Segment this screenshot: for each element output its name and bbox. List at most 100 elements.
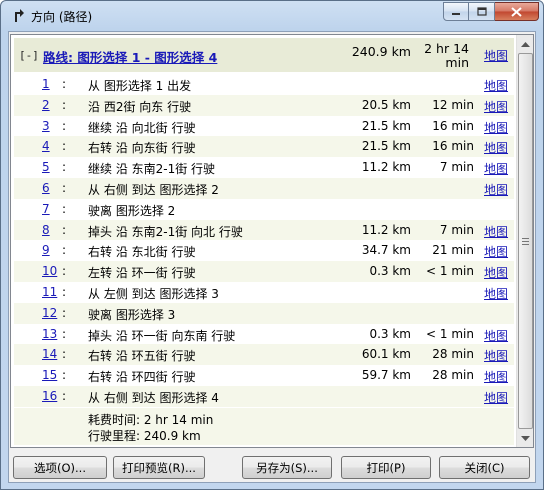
turn-arrow-icon — [15, 9, 24, 22]
options-button[interactable]: 选项(O)... — [13, 456, 107, 479]
step-number-colon: : — [62, 368, 67, 383]
thumb-grip — [522, 244, 529, 245]
scroll-down-button[interactable] — [517, 430, 533, 447]
step-map-link[interactable]: 地图 — [484, 160, 508, 177]
minimize-icon — [452, 12, 460, 15]
step-distance: 59.7 km — [361, 368, 411, 383]
step-map-link[interactable]: 地图 — [484, 264, 508, 281]
step-instruction: 从 右侧 到达 图形选择 2 — [88, 182, 219, 197]
step-number-link[interactable]: 14 — [42, 347, 57, 361]
scroll-down-arrow-icon — [521, 435, 530, 441]
directions-window: 方向 (路径) [-] 路线: 图形选择 1 - 图形选择 4 240.9 km… — [0, 0, 544, 490]
step-map-link[interactable]: 地图 — [484, 98, 508, 115]
thumb-grip — [522, 238, 529, 239]
step-map-link[interactable]: 地图 — [484, 119, 508, 136]
scroll-thumb[interactable] — [518, 53, 533, 429]
step-number-colon: : — [62, 97, 67, 112]
step-row: 8 掉头 沿 东南2-1街 向北 行驶 11.2 km 7 min 地图: — [14, 219, 514, 241]
step-number-link[interactable]: 7 — [42, 202, 50, 216]
step-number-link[interactable]: 12 — [42, 306, 57, 320]
step-distance: 20.5 km — [361, 97, 411, 112]
step-number-colon: : — [62, 180, 67, 195]
print-preview-button[interactable]: 打印预览(R)... — [113, 456, 205, 479]
step-number-link[interactable]: 13 — [42, 327, 57, 341]
step-number-link[interactable]: 1 — [42, 77, 50, 91]
step-number-link[interactable]: 4 — [42, 139, 50, 153]
minimize-button[interactable] — [443, 2, 469, 21]
step-number-link[interactable]: 2 — [42, 98, 50, 112]
step-instruction: 右转 沿 环四街 行驶 — [88, 370, 196, 385]
step-map-link[interactable]: 地图 — [484, 77, 508, 94]
step-map-link[interactable]: 地图 — [484, 285, 508, 302]
step-number-link[interactable]: 10 — [42, 264, 57, 278]
step-map-link[interactable]: 地图 — [484, 243, 508, 260]
step-row: 13 掉头 沿 环一街 向东南 行驶 0.3 km < 1 min 地图: — [14, 324, 514, 345]
route-header: [-] 路线: 图形选择 1 - 图形选择 4 240.9 km 2 hr 14… — [14, 38, 514, 72]
step-map-link[interactable]: 地图 — [484, 139, 508, 156]
step-instruction: 驶离 图形选择 3 — [88, 307, 176, 322]
step-number-link[interactable]: 15 — [42, 368, 57, 382]
directions-content: [-] 路线: 图形选择 1 - 图形选择 4 240.9 km 2 hr 14… — [11, 35, 517, 447]
step-number-colon: : — [62, 139, 67, 154]
step-map-link[interactable]: 地图 — [484, 223, 508, 240]
step-time: 16 min — [432, 118, 474, 133]
route-time-line2: min — [445, 55, 469, 70]
step-number-colon: : — [62, 284, 67, 299]
step-number-link[interactable]: 9 — [42, 243, 50, 257]
collapse-toggle[interactable]: [-] — [19, 49, 39, 62]
steps-list: 1从 图形选择 1 出发 地图:2 沿 西2街 向东 行驶 20.5 km 12 min… — [14, 74, 514, 407]
step-map-link[interactable]: 地图 — [484, 368, 508, 385]
step-distance: 11.2 km — [361, 160, 411, 175]
step-map-link[interactable]: 地图 — [484, 389, 508, 406]
route-title-link[interactable]: 路线: 图形选择 1 - 图形选择 4 — [43, 47, 217, 66]
step-map-link[interactable]: 地图 — [484, 347, 508, 364]
step-instruction: 驶离 图形选择 2 — [88, 203, 176, 218]
step-row: 9 右转 沿 东北街 行驶 34.7 km 21 min 地图: — [14, 240, 514, 261]
step-instruction: 掉头 沿 东南2-1街 向北 行驶 — [88, 224, 243, 239]
print-button[interactable]: 打印(P) — [341, 456, 431, 479]
maximize-button[interactable] — [469, 2, 495, 21]
step-row: 15 右转 沿 环四街 行驶 59.7 km 28 min 地图: — [14, 365, 514, 386]
dialog-client-area: [-] 路线: 图形选择 1 - 图形选择 4 240.9 km 2 hr 14… — [8, 31, 536, 483]
vertical-scrollbar[interactable] — [516, 35, 533, 447]
step-row: 7 驶离 图形选择 2: — [14, 199, 514, 220]
step-number-colon: : — [62, 326, 67, 341]
step-number-link[interactable]: 16 — [42, 389, 57, 403]
route-map-link[interactable]: 地图 — [484, 47, 508, 64]
scroll-up-button[interactable] — [517, 35, 533, 52]
step-row: 5 继续 沿 东南2-1街 行驶 11.2 km 7 min 地图: — [14, 157, 514, 178]
step-row: 6 从 右侧 到达 图形选择 2 地图: — [14, 177, 514, 199]
step-number-colon: : — [62, 201, 67, 216]
route-total-distance: 240.9 km — [351, 44, 411, 59]
step-number-link[interactable]: 11 — [42, 285, 57, 299]
step-instruction: 继续 沿 东南2-1街 行驶 — [88, 162, 216, 177]
step-instruction: 从 右侧 到达 图形选择 4 — [88, 390, 219, 405]
step-number-link[interactable]: 5 — [42, 160, 50, 174]
step-number-colon: : — [62, 305, 67, 320]
step-instruction: 右转 沿 向东街 行驶 — [88, 141, 196, 156]
step-instruction: 沿 西2街 向东 行驶 — [88, 99, 192, 114]
save-as-button[interactable]: 另存为(S)... — [242, 456, 332, 479]
step-row: 3 继续 沿 向北街 行驶 21.5 km 16 min 地图: — [14, 116, 514, 137]
close-icon — [511, 6, 522, 17]
route-time-line1: 2 hr 14 — [424, 41, 469, 56]
step-time: 7 min — [439, 222, 474, 237]
step-number-colon: : — [62, 77, 67, 91]
step-number-colon: : — [62, 118, 67, 133]
close-button[interactable]: 关闭(C) — [439, 456, 530, 479]
step-time: 7 min — [439, 160, 474, 175]
step-number-link[interactable]: 8 — [42, 223, 50, 237]
step-map-link[interactable]: 地图 — [484, 327, 508, 344]
step-time: 21 min — [432, 243, 474, 258]
step-distance: 0.3 km — [369, 264, 411, 279]
step-number-link[interactable]: 3 — [42, 119, 50, 133]
step-instruction: 左转 沿 环一街 行驶 — [88, 266, 196, 281]
step-number-link[interactable]: 6 — [42, 181, 50, 195]
step-time: < 1 min — [426, 264, 474, 279]
summary-time: 耗费时间: 2 hr 14 min — [88, 413, 214, 427]
step-map-link[interactable]: 地图 — [484, 181, 508, 198]
title-bar[interactable]: 方向 (路径) — [1, 1, 543, 31]
route-total-time: 2 hr 14 min — [414, 42, 469, 70]
step-time: 16 min — [432, 139, 474, 154]
close-window-button[interactable] — [495, 2, 539, 21]
